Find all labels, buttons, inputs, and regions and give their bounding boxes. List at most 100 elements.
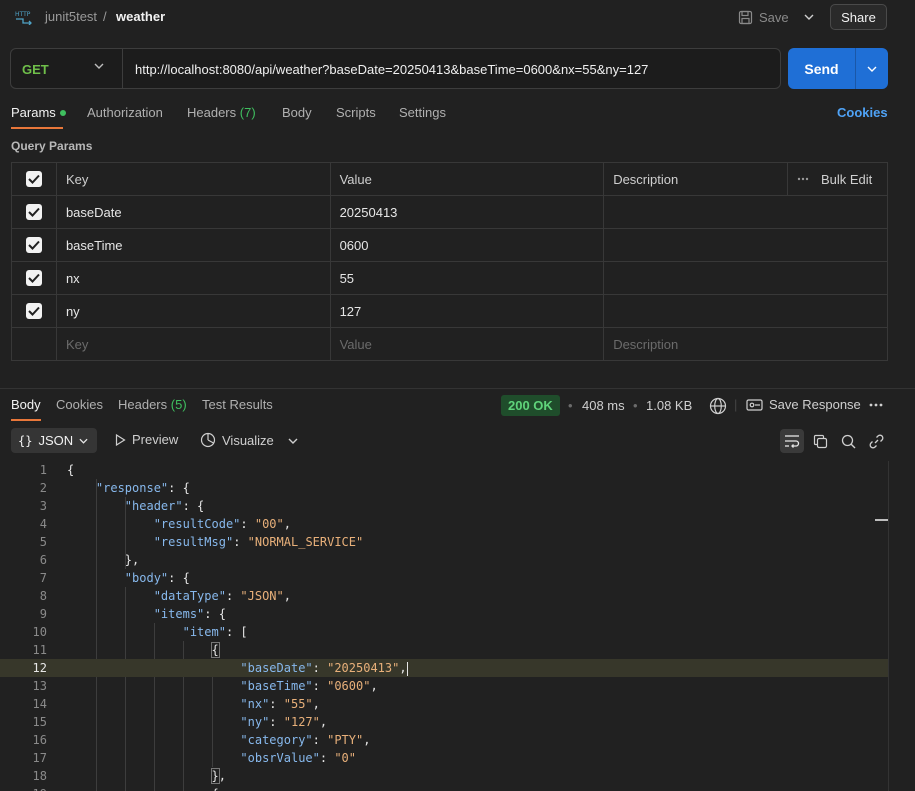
code-line: 5 "resultMsg": "NORMAL_SERVICE" [0, 533, 888, 551]
row-check-cell[interactable] [11, 294, 57, 328]
response-body-viewer[interactable]: 1{ 2 "response": { 3 "header": { 4 "resu… [0, 461, 888, 791]
params-active-dot [59, 109, 66, 116]
share-button[interactable]: Share [830, 4, 887, 30]
meta-separator: • [633, 398, 638, 413]
res-tab-headers[interactable]: Headers (5) [118, 397, 187, 412]
line-number: 9 [39, 607, 47, 621]
code-line: 16 "category": "PTY", [0, 731, 888, 749]
param-value[interactable]: 55 [329, 261, 605, 295]
response-time[interactable]: 408 ms [582, 398, 625, 413]
line-number: 11 [32, 643, 47, 657]
check-icon [28, 175, 40, 185]
select-all-cell[interactable] [11, 162, 57, 196]
param-description[interactable] [603, 195, 888, 229]
param-description[interactable] [603, 294, 888, 328]
response-tabs: Body Cookies Headers (5) Test Results 20… [0, 392, 915, 422]
bulk-edit-button[interactable]: Bulk Edit [797, 172, 878, 187]
select-all-checkbox[interactable] [25, 171, 42, 188]
table-row: baseDate 20250413 [11, 195, 888, 229]
line-number: 5 [39, 535, 47, 549]
copy-button[interactable] [808, 429, 832, 453]
row-check-cell[interactable] [11, 195, 57, 229]
breadcrumb-request-name[interactable]: weather [116, 9, 165, 24]
visualize-button[interactable]: Visualize [200, 432, 274, 448]
save-icon [738, 10, 753, 24]
response-size[interactable]: 1.08 KB [646, 398, 692, 413]
wrap-lines-button[interactable] [780, 429, 804, 453]
chevron-down-icon[interactable] [288, 438, 298, 444]
url-input[interactable]: http://localhost:8080/api/weather?baseDa… [135, 62, 648, 77]
param-key[interactable]: ny [55, 294, 331, 328]
row-check-cell[interactable] [11, 228, 57, 262]
code-line: 6 }, [0, 551, 888, 569]
save-button[interactable]: Save [738, 5, 789, 29]
table-row: ny 127 [11, 294, 888, 328]
format-selector[interactable]: {} JSON [11, 428, 97, 453]
save-options-button[interactable] [800, 6, 818, 28]
tab-params-label: Params [11, 105, 56, 120]
breadcrumb-collection[interactable]: junit5test [45, 9, 97, 24]
code-text: { [210, 642, 220, 658]
param-description[interactable] [603, 261, 888, 295]
copy-icon [813, 434, 827, 448]
search-button[interactable] [836, 429, 860, 453]
cookies-link[interactable]: Cookies [837, 105, 888, 120]
copy-link-button[interactable] [864, 429, 888, 453]
row-check-cell[interactable] [11, 261, 57, 295]
meta-separator: • [568, 398, 573, 413]
res-tab-body[interactable]: Body [11, 397, 41, 412]
code-text: "response": { [95, 481, 190, 495]
code-line: 4 "resultCode": "00", [0, 515, 888, 533]
line-number: 17 [32, 751, 47, 765]
tab-headers[interactable]: Headers (7) [187, 105, 256, 120]
param-description[interactable] [603, 228, 888, 262]
param-key[interactable]: baseTime [55, 228, 331, 262]
tab-settings[interactable]: Settings [399, 105, 446, 120]
row-checkbox[interactable] [25, 303, 42, 320]
res-tab-test-results[interactable]: Test Results [202, 397, 273, 412]
param-value[interactable]: 127 [329, 294, 605, 328]
param-key[interactable]: baseDate [55, 195, 331, 229]
tab-body[interactable]: Body [282, 105, 312, 120]
tab-scripts[interactable]: Scripts [336, 105, 376, 120]
send-button[interactable]: Send [788, 48, 855, 89]
response-toolbar: {} JSON Preview Visualize [0, 428, 915, 454]
more-horizontal-icon[interactable] [869, 403, 883, 407]
globe-icon[interactable] [709, 397, 727, 415]
tab-authorization[interactable]: Authorization [87, 105, 163, 120]
code-text: "dataType": "JSON", [153, 589, 291, 603]
save-response-button[interactable]: Save Response [746, 397, 861, 412]
editor-scrollbar[interactable] [888, 461, 889, 791]
res-tab-headers-label: Headers [118, 397, 168, 412]
status-badge[interactable]: 200 OK [501, 395, 560, 416]
preview-label: Preview [132, 432, 179, 447]
scroll-thumb[interactable] [875, 519, 888, 521]
res-tab-cookies[interactable]: Cookies [56, 397, 103, 412]
query-params-title: Query Params [11, 139, 93, 153]
code-line: 8 "dataType": "JSON", [0, 587, 888, 605]
new-param-description-input[interactable]: Description [603, 327, 888, 361]
code-text: "ny": "127", [240, 715, 328, 729]
pane-divider[interactable] [0, 388, 915, 389]
send-options-button[interactable] [856, 48, 888, 89]
preview-button[interactable]: Preview [115, 432, 178, 447]
param-value[interactable]: 20250413 [329, 195, 605, 229]
check-icon [28, 307, 40, 317]
new-param-value-input[interactable]: Value [329, 327, 605, 361]
method-selector[interactable]: GET [11, 49, 123, 88]
tab-params[interactable]: Params [11, 105, 66, 120]
param-value[interactable]: 0600 [329, 228, 605, 262]
save-response-label: Save Response [769, 397, 861, 412]
param-key[interactable]: nx [55, 261, 331, 295]
chevron-down-icon [867, 66, 877, 72]
code-line: 19 { [0, 785, 888, 791]
row-checkbox[interactable] [25, 270, 42, 287]
chevron-down-icon [94, 63, 104, 69]
new-param-key-input[interactable]: Key [55, 327, 331, 361]
check-icon [28, 241, 40, 251]
code-line: 2 "response": { [0, 479, 888, 497]
row-checkbox[interactable] [25, 204, 42, 221]
bulk-edit-label: Bulk Edit [820, 171, 873, 187]
search-icon [841, 434, 855, 448]
row-checkbox[interactable] [25, 237, 42, 254]
